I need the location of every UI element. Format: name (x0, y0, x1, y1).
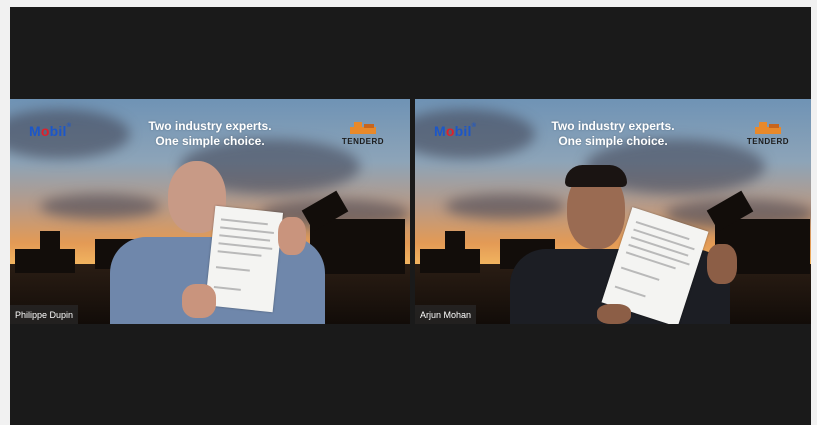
participant-name-tag: Philippe Dupin (10, 305, 79, 324)
participant-hair (565, 165, 627, 187)
excavator-silhouette (420, 249, 480, 273)
tenderd-logo: TENDERD (737, 121, 799, 146)
sky-cloud (445, 194, 565, 219)
tagline: Two industry experts. One simple choice. (120, 119, 300, 149)
tenderd-icon (350, 122, 376, 134)
participant-hand (707, 244, 737, 284)
tagline-line-2: One simple choice. (155, 134, 265, 148)
tenderd-icon (755, 122, 781, 134)
video-call-stage: Mobil® Two industry experts. One simple … (10, 7, 811, 425)
tenderd-wordmark: TENDERD (341, 137, 385, 146)
tagline-line-1: Two industry experts. (148, 119, 272, 133)
excavator-cab-silhouette (445, 231, 465, 251)
video-tile-arjun-mohan[interactable]: Mobil® Two industry experts. One simple … (415, 99, 811, 324)
tagline-line-1: Two industry experts. (551, 119, 675, 133)
sky-cloud (40, 194, 160, 219)
mobil-logo: Mobil® (29, 123, 72, 139)
excavator-cab-silhouette (40, 231, 60, 251)
participant-hand (597, 304, 631, 324)
participant-hand (182, 284, 216, 318)
tenderd-logo: TENDERD (332, 121, 394, 146)
participant-name-tag: Arjun Mohan (415, 305, 477, 324)
participant-hand (278, 217, 306, 255)
mobil-logo: Mobil® (434, 123, 477, 139)
signed-document (204, 205, 284, 313)
tenderd-wordmark: TENDERD (746, 137, 790, 146)
tagline: Two industry experts. One simple choice. (523, 119, 703, 149)
video-tile-philippe-dupin[interactable]: Mobil® Two industry experts. One simple … (10, 99, 410, 324)
tagline-line-2: One simple choice. (558, 134, 668, 148)
excavator-silhouette (15, 249, 75, 273)
